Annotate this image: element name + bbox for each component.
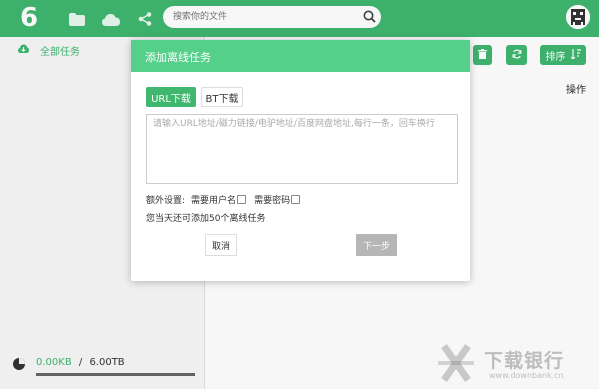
tab-url-download[interactable]: URL下载 (146, 87, 196, 107)
dialog-header: 添加离线任务 (131, 40, 470, 72)
need-password-checkbox[interactable] (291, 194, 301, 204)
watermark-text: 下载银行 (484, 350, 565, 372)
quota-text: 您当天还可添加50个离线任务 (146, 214, 266, 224)
dialog-title: 添加离线任务 (145, 51, 211, 64)
tab-bt-download[interactable]: BT下载 (201, 87, 243, 107)
next-step-button[interactable]: 下一步 (356, 234, 397, 256)
extra-settings-row: 额外设置: 需要用户名 需要密码 (146, 192, 308, 206)
need-username-checkbox[interactable] (237, 194, 247, 204)
need-username-label: 需要用户名 (191, 195, 237, 206)
add-offline-task-dialog: 添加离线任务 URL下载 BT下载 额外设置: 需要用户名 需要密码 您当天还可… (131, 40, 470, 281)
watermark-url: www.downbank.cn (489, 371, 564, 380)
need-password-label: 需要密码 (254, 195, 291, 206)
extra-settings-label: 额外设置: (146, 195, 186, 206)
cancel-button[interactable]: 取消 (205, 234, 237, 256)
url-textarea[interactable] (146, 114, 458, 184)
